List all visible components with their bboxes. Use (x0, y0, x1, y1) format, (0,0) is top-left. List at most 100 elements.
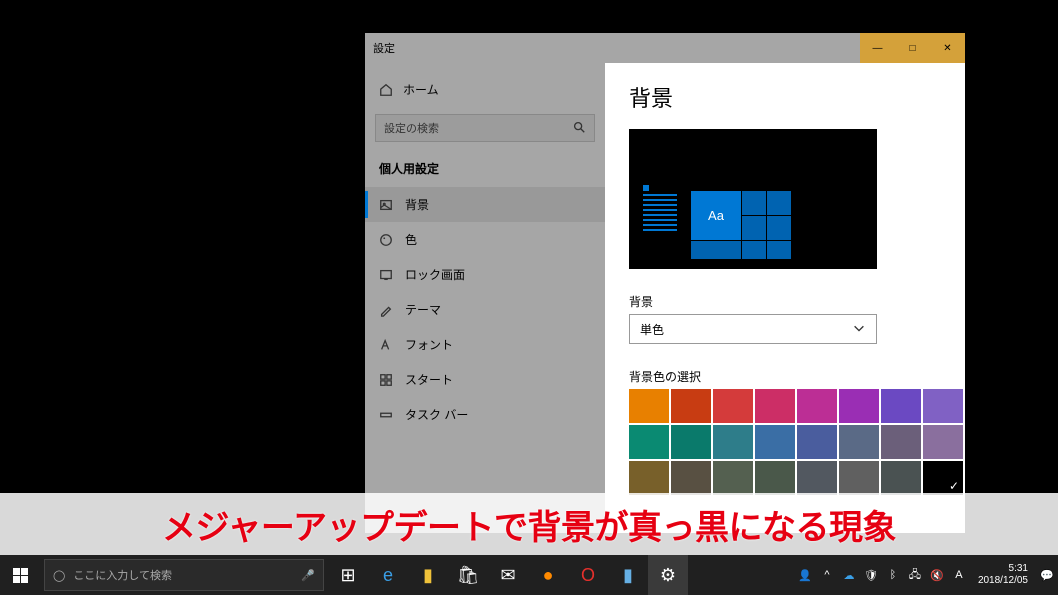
firefox-icon[interactable]: ● (528, 555, 568, 595)
font-icon (379, 338, 393, 352)
home-link[interactable]: ホーム (365, 73, 605, 106)
titlebar: 設定 — □ ✕ (365, 33, 965, 63)
color-swatch[interactable] (881, 461, 921, 495)
cortana-icon: ◯ (53, 569, 65, 582)
chevron-down-icon (852, 321, 866, 338)
sidebar-item-タスク バー[interactable]: タスク バー (365, 397, 605, 432)
color-swatch[interactable] (923, 389, 963, 423)
taskbar-icon (379, 408, 393, 422)
color-swatch[interactable] (755, 389, 795, 423)
clock-time: 5:31 (1009, 563, 1028, 575)
sidebar-item-label: 色 (405, 231, 417, 248)
start-button[interactable] (0, 555, 40, 595)
clock-date: 2018/12/05 (978, 575, 1028, 587)
color-grid (629, 389, 941, 495)
background-dropdown[interactable]: 単色 (629, 314, 877, 344)
color-swatch[interactable] (755, 461, 795, 495)
color-swatch[interactable] (755, 425, 795, 459)
settings-icon[interactable]: ⚙ (648, 555, 688, 595)
content-panel: 背景 Aa 背景 単色 背景色の選択 (605, 63, 965, 533)
theme-icon (379, 303, 393, 317)
ime-icon[interactable]: A (948, 555, 970, 595)
home-icon (379, 83, 393, 97)
color-swatch[interactable] (839, 461, 879, 495)
color-swatch[interactable] (713, 425, 753, 459)
sidebar-item-フォント[interactable]: フォント (365, 327, 605, 362)
home-label: ホーム (403, 81, 439, 98)
sidebar-item-テーマ[interactable]: テーマ (365, 292, 605, 327)
system-tray: 👤 ^ ☁ 🛡 ᛒ 🖧 🔇 A 5:31 2018/12/05 💬 (794, 555, 1058, 595)
task-view-button[interactable]: ⊞ (328, 555, 368, 595)
color-swatch[interactable] (629, 389, 669, 423)
close-button[interactable]: ✕ (930, 33, 965, 63)
search-icon (572, 120, 586, 137)
clock[interactable]: 5:31 2018/12/05 (970, 563, 1036, 587)
action-center-icon[interactable]: 💬 (1036, 555, 1058, 595)
sidebar-item-色[interactable]: 色 (365, 222, 605, 257)
opera-icon[interactable]: O (568, 555, 608, 595)
taskbar-search[interactable]: ◯ ここに入力して検索 🎤 (44, 559, 324, 591)
color-swatch[interactable] (797, 389, 837, 423)
sidebar-item-label: ロック画面 (405, 266, 465, 283)
maximize-button[interactable]: □ (895, 33, 930, 63)
color-swatch[interactable] (881, 389, 921, 423)
sidebar-item-label: テーマ (405, 301, 441, 318)
sidebar-item-スタート[interactable]: スタート (365, 362, 605, 397)
sidebar-category: 個人用設定 (365, 150, 605, 187)
color-swatch[interactable] (629, 425, 669, 459)
volume-icon[interactable]: 🔇 (926, 555, 948, 595)
people-icon[interactable]: 👤 (794, 555, 816, 595)
sidebar-item-ロック画面[interactable]: ロック画面 (365, 257, 605, 292)
search-placeholder: 設定の検索 (384, 120, 439, 136)
image-icon (379, 198, 393, 212)
color-swatch[interactable] (671, 461, 711, 495)
page-heading: 背景 (629, 81, 941, 113)
color-swatch[interactable] (671, 425, 711, 459)
sidebar-item-label: タスク バー (405, 406, 468, 423)
color-grid-label: 背景色の選択 (629, 368, 941, 385)
color-swatch[interactable] (671, 389, 711, 423)
color-swatch[interactable] (629, 461, 669, 495)
search-input[interactable]: 設定の検索 (375, 114, 595, 142)
video-caption: メジャーアップデートで背景が真っ黒になる現象 (0, 493, 1058, 555)
color-swatch[interactable] (923, 425, 963, 459)
taskbar: ◯ ここに入力して検索 🎤 ⊞ e ▮ 🛍 ✉ ● O ▮ ⚙ 👤 ^ ☁ 🛡 … (0, 555, 1058, 595)
start-icon (379, 373, 393, 387)
windows-logo-icon (13, 568, 28, 583)
color-swatch[interactable] (881, 425, 921, 459)
sidebar-item-label: フォント (405, 336, 453, 353)
store-icon[interactable]: 🛍 (448, 555, 488, 595)
settings-window: 設定 — □ ✕ ホーム 設定の検索 個人用設定 (365, 33, 965, 533)
preview-pane: Aa (629, 129, 877, 269)
color-swatch[interactable] (839, 389, 879, 423)
color-swatch[interactable] (839, 425, 879, 459)
lockscreen-icon (379, 268, 393, 282)
taskbar-search-placeholder: ここに入力して検索 (73, 567, 172, 583)
sidebar-item-label: スタート (405, 371, 453, 388)
mail-icon[interactable]: ✉ (488, 555, 528, 595)
color-swatch[interactable] (713, 389, 753, 423)
color-swatch[interactable] (797, 461, 837, 495)
tray-chevron-icon[interactable]: ^ (816, 555, 838, 595)
wordpad-icon[interactable]: ▮ (608, 555, 648, 595)
minimize-button[interactable]: — (860, 33, 895, 63)
onedrive-icon[interactable]: ☁ (838, 555, 860, 595)
preview-tile-big: Aa (691, 191, 741, 240)
color-swatch[interactable] (923, 461, 963, 495)
dropdown-value: 単色 (640, 321, 664, 338)
file-explorer-icon[interactable]: ▮ (408, 555, 448, 595)
sidebar-item-label: 背景 (405, 196, 429, 213)
microphone-icon: 🎤 (301, 569, 315, 582)
edge-icon[interactable]: e (368, 555, 408, 595)
defender-icon[interactable]: 🛡 (860, 555, 882, 595)
dropdown-label: 背景 (629, 293, 941, 310)
network-icon[interactable]: 🖧 (904, 555, 926, 595)
sidebar-item-背景[interactable]: 背景 (365, 187, 605, 222)
sidebar: ホーム 設定の検索 個人用設定 背景色ロック画面テーマフォントスタートタスク バ… (365, 63, 605, 533)
color-swatch[interactable] (713, 461, 753, 495)
window-title: 設定 (365, 40, 403, 56)
color-swatch[interactable] (797, 425, 837, 459)
window-controls: — □ ✕ (860, 33, 965, 63)
bluetooth-icon[interactable]: ᛒ (882, 555, 904, 595)
palette-icon (379, 233, 393, 247)
